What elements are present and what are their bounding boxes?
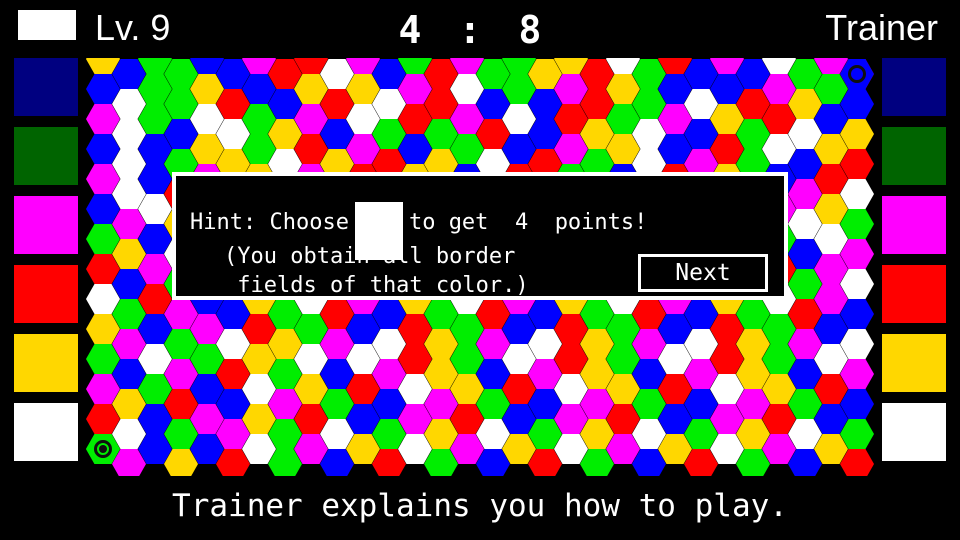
color-palette-left: [14, 58, 94, 473]
score-player: 4: [398, 8, 422, 52]
swatch-fill: [14, 127, 78, 185]
swatch-fill: [882, 127, 946, 185]
hint-dialog: Hint: Choose to get 4 points! (You obtain…: [172, 172, 788, 300]
header-bar: Lv. 9 4:8 Trainer: [0, 0, 960, 58]
hint-line-primary: Hint: Choose to get 4 points!: [190, 194, 776, 260]
swatch-green[interactable]: [882, 127, 946, 185]
swatch-yellow[interactable]: [14, 334, 78, 392]
hint-prefix-text: Hint: Choose: [190, 210, 349, 235]
level-label: Lv. 9: [95, 7, 171, 48]
swatch-white[interactable]: [14, 403, 78, 461]
next-button[interactable]: Next: [638, 254, 768, 292]
hint-points-value: 4: [514, 210, 529, 235]
current-color-swatch: [18, 10, 76, 40]
swatch-navy[interactable]: [14, 58, 78, 116]
swatch-magenta[interactable]: [882, 196, 946, 254]
swatch-fill: [14, 58, 78, 116]
opponent-name-label: Trainer: [825, 7, 938, 48]
swatch-fill: [882, 265, 946, 323]
swatch-yellow[interactable]: [882, 334, 946, 392]
swatch-navy[interactable]: [882, 58, 946, 116]
hint-middle-text: to get: [408, 210, 489, 235]
swatch-red[interactable]: [882, 265, 946, 323]
swatch-fill: [17, 406, 75, 458]
score-separator: :: [458, 8, 482, 52]
swatch-fill: [882, 58, 946, 116]
swatch-fill: [14, 196, 78, 254]
status-message: Trainer explains you how to play.: [172, 488, 788, 524]
swatch-white[interactable]: [882, 403, 946, 461]
hint-suffix-text: points!: [554, 210, 648, 235]
swatch-green[interactable]: [14, 127, 78, 185]
swatch-fill: [14, 265, 78, 323]
swatch-fill: [882, 196, 946, 254]
swatch-red[interactable]: [14, 265, 78, 323]
swatch-fill: [14, 334, 78, 392]
swatch-magenta[interactable]: [14, 196, 78, 254]
score-opponent: 8: [518, 8, 542, 52]
hint-explanation-text: (You obtain all border fields of that co…: [224, 244, 529, 298]
footer-bar: Trainer explains you how to play.: [0, 476, 960, 540]
swatch-fill: [882, 403, 946, 461]
swatch-fill: [882, 334, 946, 392]
score-display: 4:8: [330, 8, 610, 52]
game-screen: Lv. 9 4:8 Trainer Hint: Choose to get 4 p…: [0, 0, 960, 540]
color-palette-right: [882, 58, 960, 473]
